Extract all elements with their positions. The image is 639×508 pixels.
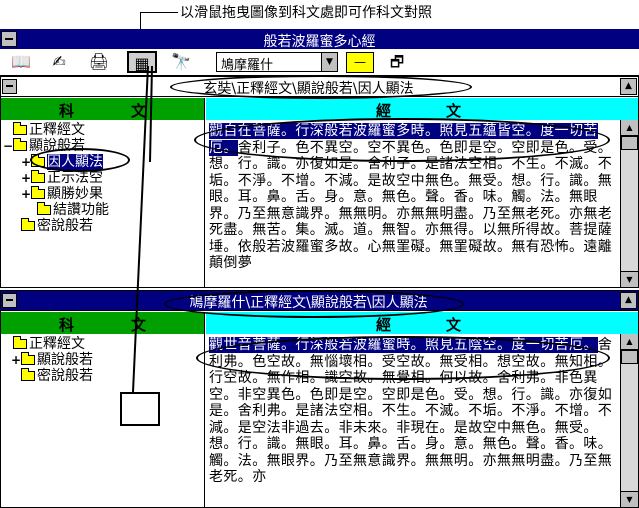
tree-item[interactable]: + 顯勝妙果 xyxy=(21,186,103,202)
folder-icon xyxy=(13,138,27,151)
tree-item[interactable]: − 顯說般若 xyxy=(3,138,85,154)
sutra-text-header: 經 文 xyxy=(206,98,638,120)
pane-xuanzang: 玄奘\正釋經文\顯說般若\因人顯法 ▲ 科 文 經 文 正釋經文 − 顯說般若 +… xyxy=(0,76,639,288)
tree-item-label: 正釋經文 xyxy=(29,336,85,352)
tree-item-label: 正釋經文 xyxy=(29,122,85,138)
tree-toggle[interactable]: + xyxy=(11,352,21,368)
pane-titlebar[interactable]: 玄奘\正釋經文\顯說般若\因人顯法 ▲ xyxy=(1,77,638,97)
edit-icon[interactable]: ✍ xyxy=(44,51,74,73)
scroll-thumb[interactable] xyxy=(621,136,638,150)
scroll-down-icon[interactable]: ▼ xyxy=(621,271,638,287)
pane-kumarajiva: 鳩摩羅什\正釋經文\顯說般若\因人顯法 ▲ 科 文 經 文 正釋經文 + 顯說般若… xyxy=(0,290,639,508)
scroll-down-icon[interactable]: ▼ xyxy=(621,491,638,507)
book-icon[interactable]: 📖 xyxy=(6,51,36,73)
selected-passage[interactable]: 觀世音菩薩。行深般若波羅蜜時。照見五陰空。度一切苦厄。 xyxy=(209,337,598,353)
window-titlebar[interactable]: 般若波羅蜜多心經 xyxy=(0,29,639,50)
pane-title: 玄奘\正釋經文\顯說般若\因人顯法 xyxy=(203,81,414,97)
outline-header: 科 文 xyxy=(1,98,205,120)
tree-toggle[interactable]: + xyxy=(21,154,31,170)
tree-item[interactable]: 密說般若 xyxy=(11,218,93,234)
tree-toggle[interactable]: − xyxy=(3,138,13,154)
scroll-up-icon[interactable]: ▲ xyxy=(621,334,638,350)
folder-icon xyxy=(21,218,35,231)
folder-icon xyxy=(31,154,45,167)
binoculars-icon[interactable]: 🔭 xyxy=(166,51,196,73)
highlight-icon[interactable]: — xyxy=(346,52,374,73)
tree-item[interactable]: 密說般若 xyxy=(11,368,93,384)
scroll-thumb[interactable] xyxy=(621,350,638,364)
tree-item-label: 正示法空 xyxy=(47,170,103,186)
tree-item[interactable]: + 正示法空 xyxy=(21,170,103,186)
tree-item-label: 密說般若 xyxy=(37,368,93,384)
print-icon[interactable]: 🖨 xyxy=(84,51,114,73)
folder-icon xyxy=(31,170,45,183)
compare-window-icon[interactable]: 🗗 xyxy=(384,52,410,73)
pane-titlebar[interactable]: 鳩摩羅什\正釋經文\顯說般若\因人顯法 ▲ xyxy=(1,291,638,311)
outline-header: 科 文 xyxy=(1,312,205,334)
tree-item-label: 密說般若 xyxy=(37,218,93,234)
sutra-header-char: 文 xyxy=(446,316,462,334)
sutra-text[interactable]: 觀世音菩薩。行深般若波羅蜜時。照見五陰空。度一切苦厄。舍利弗。色空故。無惱壞相。… xyxy=(206,334,620,507)
pane-title: 鳩摩羅什\正釋經文\顯說般若\因人顯法 xyxy=(189,295,428,311)
tree-item-label: 顯勝妙果 xyxy=(47,186,103,202)
folder-icon xyxy=(13,336,27,349)
outline-header-char: 科 xyxy=(59,316,75,334)
sutra-header-char: 文 xyxy=(446,102,462,120)
sutra-text-body: 舍利子。色不異空。空不異色。色即是空。空即是色。受。想。行。識。亦復如是。舍利子… xyxy=(209,139,613,272)
toolbar: 📖 ✍ 🖨 ▦ 🔭 鳩摩羅什 ▼ — 🗗 xyxy=(0,49,639,76)
sutra-text-header: 經 文 xyxy=(206,312,638,334)
maximize-icon[interactable]: ▲ xyxy=(620,78,637,95)
translator-select-value: 鳩摩羅什 xyxy=(221,58,274,73)
folder-icon xyxy=(31,186,45,199)
tree-item[interactable]: 正釋經文 xyxy=(3,336,85,352)
outline-tree: 正釋經文 + 顯說般若 密說般若 xyxy=(1,334,205,507)
tree-item-label: 因人顯法 xyxy=(47,154,103,170)
sutra-header-char: 經 xyxy=(376,102,392,120)
tree-item[interactable]: 正釋經文 xyxy=(3,122,85,138)
outline-header-char: 文 xyxy=(131,102,147,120)
vertical-scrollbar[interactable]: ▲ ▼ xyxy=(620,120,638,287)
sutra-text[interactable]: 觀自在菩薩。行深般若波羅蜜多時。照見五蘊皆空。度一切苦厄。舍利子。色不異空。空不… xyxy=(206,120,620,287)
outline-tree: 正釋經文 − 顯說般若 + 因人顯法 + 正示法空 + 顯勝妙果 結讚功能 密說般若 xyxy=(1,120,205,287)
annotation-caption: 以滑鼠拖曳圖像到科文處即可作科文對照 xyxy=(180,5,432,21)
translator-select[interactable]: 鳩摩羅什 ▼ xyxy=(216,52,338,73)
tree-item[interactable]: 結讚功能 xyxy=(27,202,109,218)
folder-icon xyxy=(13,122,27,135)
sutra-header-char: 經 xyxy=(376,316,392,334)
outline-header-char: 科 xyxy=(59,102,75,120)
window-title: 般若波羅蜜多心經 xyxy=(263,34,376,50)
tree-toggle[interactable]: + xyxy=(21,186,31,202)
vertical-scrollbar[interactable]: ▲ ▼ xyxy=(620,334,638,507)
outline-header-char: 文 xyxy=(131,316,147,334)
folder-icon xyxy=(21,368,35,381)
folder-icon xyxy=(21,352,35,365)
annotation-leader-line xyxy=(140,12,178,13)
tree-toggle[interactable]: + xyxy=(21,170,31,186)
tree-item[interactable]: + 顯說般若 xyxy=(11,352,93,368)
tree-item[interactable]: + 因人顯法 xyxy=(21,154,103,170)
tree-item-label: 顯說般若 xyxy=(37,352,93,368)
folder-icon xyxy=(37,202,51,215)
drag-ghost-box xyxy=(120,392,160,426)
chevron-down-icon[interactable]: ▼ xyxy=(321,53,337,71)
sutra-text-body: 舍利弗。色空故。無惱壞相。受空故。無受相。想空故。無知相。行空故。無作相。識空故… xyxy=(209,337,613,485)
compare-drag-icon[interactable]: ▦ xyxy=(127,51,157,73)
tree-item-label: 顯說般若 xyxy=(29,138,85,154)
scroll-up-icon[interactable]: ▲ xyxy=(621,120,638,136)
tree-item-label: 結讚功能 xyxy=(53,202,109,218)
maximize-icon[interactable]: ▲ xyxy=(620,292,637,309)
